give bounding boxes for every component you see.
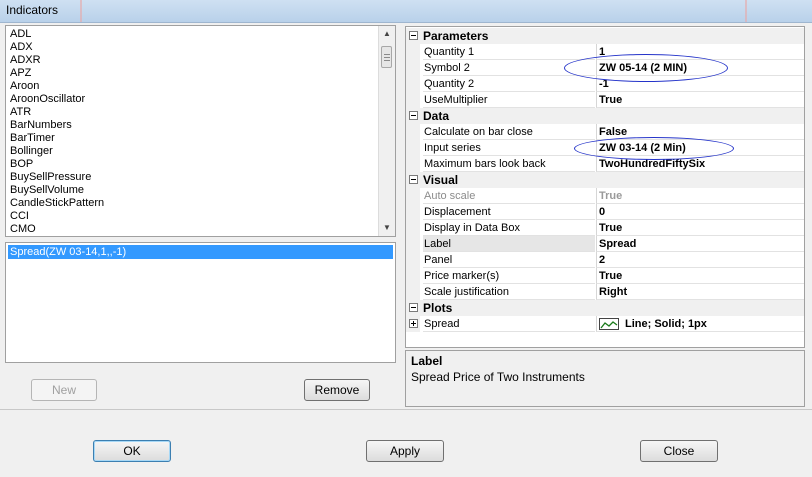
property-row-quantity-2[interactable]: Quantity 2 -1 (406, 76, 804, 92)
indicator-item-bop[interactable]: BOP (10, 158, 33, 171)
property-name: Label (423, 236, 595, 252)
property-value[interactable]: False (596, 124, 804, 140)
property-name: Auto scale (423, 188, 595, 204)
indicator-item-adxr[interactable]: ADXR (10, 54, 41, 67)
indicator-item-bartimer[interactable]: BarTimer (10, 132, 55, 145)
apply-button[interactable]: Apply (366, 440, 444, 462)
collapse-icon[interactable] (409, 31, 418, 40)
indicator-item-cmo[interactable]: CMO (10, 223, 36, 236)
indicator-item-apz[interactable]: APZ (10, 67, 31, 80)
property-value[interactable]: 0 (596, 204, 804, 220)
property-row-maximum-bars-look-back[interactable]: Maximum bars look back TwoHundredFiftySi… (406, 156, 804, 172)
property-value[interactable]: -1 (596, 76, 804, 92)
applied-indicators-list[interactable]: Spread(ZW 03-14,1,,-1) (5, 242, 396, 363)
line-plot-icon (599, 318, 619, 330)
indicator-item-buysellvolume[interactable]: BuySellVolume (10, 184, 84, 197)
property-name: UseMultiplier (423, 92, 595, 108)
description-title: Label (411, 354, 443, 368)
collapse-icon[interactable] (409, 175, 418, 184)
indicator-item-buysellpressure[interactable]: BuySellPressure (10, 171, 91, 184)
property-name: Display in Data Box (423, 220, 595, 236)
new-button[interactable]: New (31, 379, 97, 401)
property-name: Panel (423, 252, 595, 268)
property-row-label[interactable]: Label Spread (406, 236, 804, 252)
property-name: Input series (423, 140, 595, 156)
property-value[interactable]: TwoHundredFiftySix (596, 156, 804, 172)
category-data[interactable]: Data (406, 108, 804, 124)
property-row-calculate-on-bar-close[interactable]: Calculate on bar close False (406, 124, 804, 140)
property-value-plot[interactable]: Line; Solid; 1px (596, 316, 804, 332)
category-visual[interactable]: Visual (406, 172, 804, 188)
property-name: Price marker(s) (423, 268, 595, 284)
property-row-displacement[interactable]: Displacement 0 (406, 204, 804, 220)
property-name: Scale justification (423, 284, 595, 300)
property-row-input-series[interactable]: Input series ZW 03-14 (2 Min) (406, 140, 804, 156)
property-row-panel[interactable]: Panel 2 (406, 252, 804, 268)
description-text: Spread Price of Two Instruments (411, 370, 585, 384)
dialog-footer: OK Apply Close (0, 410, 812, 477)
indicator-item-atr[interactable]: ATR (10, 106, 31, 119)
property-row-quantity-1[interactable]: Quantity 1 1 (406, 44, 804, 60)
category-label: Parameters (423, 29, 489, 43)
category-parameters[interactable]: Parameters (406, 28, 804, 44)
scroll-up-arrow-icon[interactable]: ▲ (379, 26, 395, 42)
applied-indicator-item[interactable]: Spread(ZW 03-14,1,,-1) (8, 245, 393, 259)
plot-style-text: Line; Solid; 1px (625, 318, 707, 330)
window-title: Indicators (6, 3, 59, 17)
property-row-usemultiplier[interactable]: UseMultiplier True (406, 92, 804, 108)
indicator-list-scrollbar[interactable]: ▲ ▼ (378, 26, 395, 236)
property-value[interactable]: 2 (596, 252, 804, 268)
property-value[interactable]: Spread (596, 236, 804, 252)
collapse-icon[interactable] (409, 111, 418, 120)
property-name: Quantity 1 (423, 44, 595, 60)
indicator-item-bollinger[interactable]: Bollinger (10, 145, 53, 158)
title-bar[interactable]: Indicators (0, 0, 812, 23)
remove-button[interactable]: Remove (304, 379, 370, 401)
property-row-scale-justification[interactable]: Scale justification Right (406, 284, 804, 300)
category-label: Visual (423, 173, 459, 187)
indicator-item-barnumbers[interactable]: BarNumbers (10, 119, 72, 132)
property-name: Maximum bars look back (423, 156, 595, 172)
property-value[interactable]: True (596, 92, 804, 108)
property-row-symbol-2[interactable]: Symbol 2 ZW 05-14 (2 MIN) (406, 60, 804, 76)
property-description-panel: Label Spread Price of Two Instruments (405, 350, 805, 407)
scroll-thumb[interactable] (381, 46, 392, 68)
indicators-dialog: Indicators ADL ADX ADXR APZ Aroon AroonO… (0, 0, 812, 477)
scroll-down-arrow-icon[interactable]: ▼ (379, 220, 395, 236)
property-name: Displacement (423, 204, 595, 220)
property-row-plot-spread[interactable]: Spread Line; Solid; 1px (406, 316, 804, 332)
category-plots[interactable]: Plots (406, 300, 804, 316)
indicator-item-cci[interactable]: CCI (10, 210, 29, 223)
expand-icon[interactable] (409, 319, 418, 328)
property-value[interactable]: Right (596, 284, 804, 300)
property-row-display-in-data-box[interactable]: Display in Data Box True (406, 220, 804, 236)
property-value[interactable]: True (596, 220, 804, 236)
indicator-item-candlestickpattern[interactable]: CandleStickPattern (10, 197, 104, 210)
close-button[interactable]: Close (640, 440, 718, 462)
collapse-icon[interactable] (409, 303, 418, 312)
indicator-item-aroonoscillator[interactable]: AroonOscillator (10, 93, 85, 106)
property-grid[interactable]: Parameters Quantity 1 1 Symbol 2 ZW 05-1… (405, 26, 805, 348)
property-row-price-markers[interactable]: Price marker(s) True (406, 268, 804, 284)
indicator-list[interactable]: ADL ADX ADXR APZ Aroon AroonOscillator A… (5, 25, 396, 237)
category-label: Plots (423, 301, 453, 315)
indicator-item-adx[interactable]: ADX (10, 41, 33, 54)
category-label: Data (423, 109, 450, 123)
property-value[interactable]: 1 (596, 44, 804, 60)
property-name: Symbol 2 (423, 60, 595, 76)
property-name: Spread (423, 316, 595, 332)
titlebar-artifact (80, 0, 82, 22)
property-value[interactable]: True (596, 188, 804, 204)
property-value[interactable]: ZW 05-14 (2 MIN) (596, 60, 804, 76)
indicator-item-adl[interactable]: ADL (10, 28, 31, 41)
property-value[interactable]: True (596, 268, 804, 284)
titlebar-artifact (745, 0, 747, 22)
property-name: Calculate on bar close (423, 124, 595, 140)
ok-button[interactable]: OK (93, 440, 171, 462)
property-value[interactable]: ZW 03-14 (2 Min) (596, 140, 804, 156)
indicator-item-aroon[interactable]: Aroon (10, 80, 39, 93)
property-row-auto-scale[interactable]: Auto scale True (406, 188, 804, 204)
property-name: Quantity 2 (423, 76, 595, 92)
